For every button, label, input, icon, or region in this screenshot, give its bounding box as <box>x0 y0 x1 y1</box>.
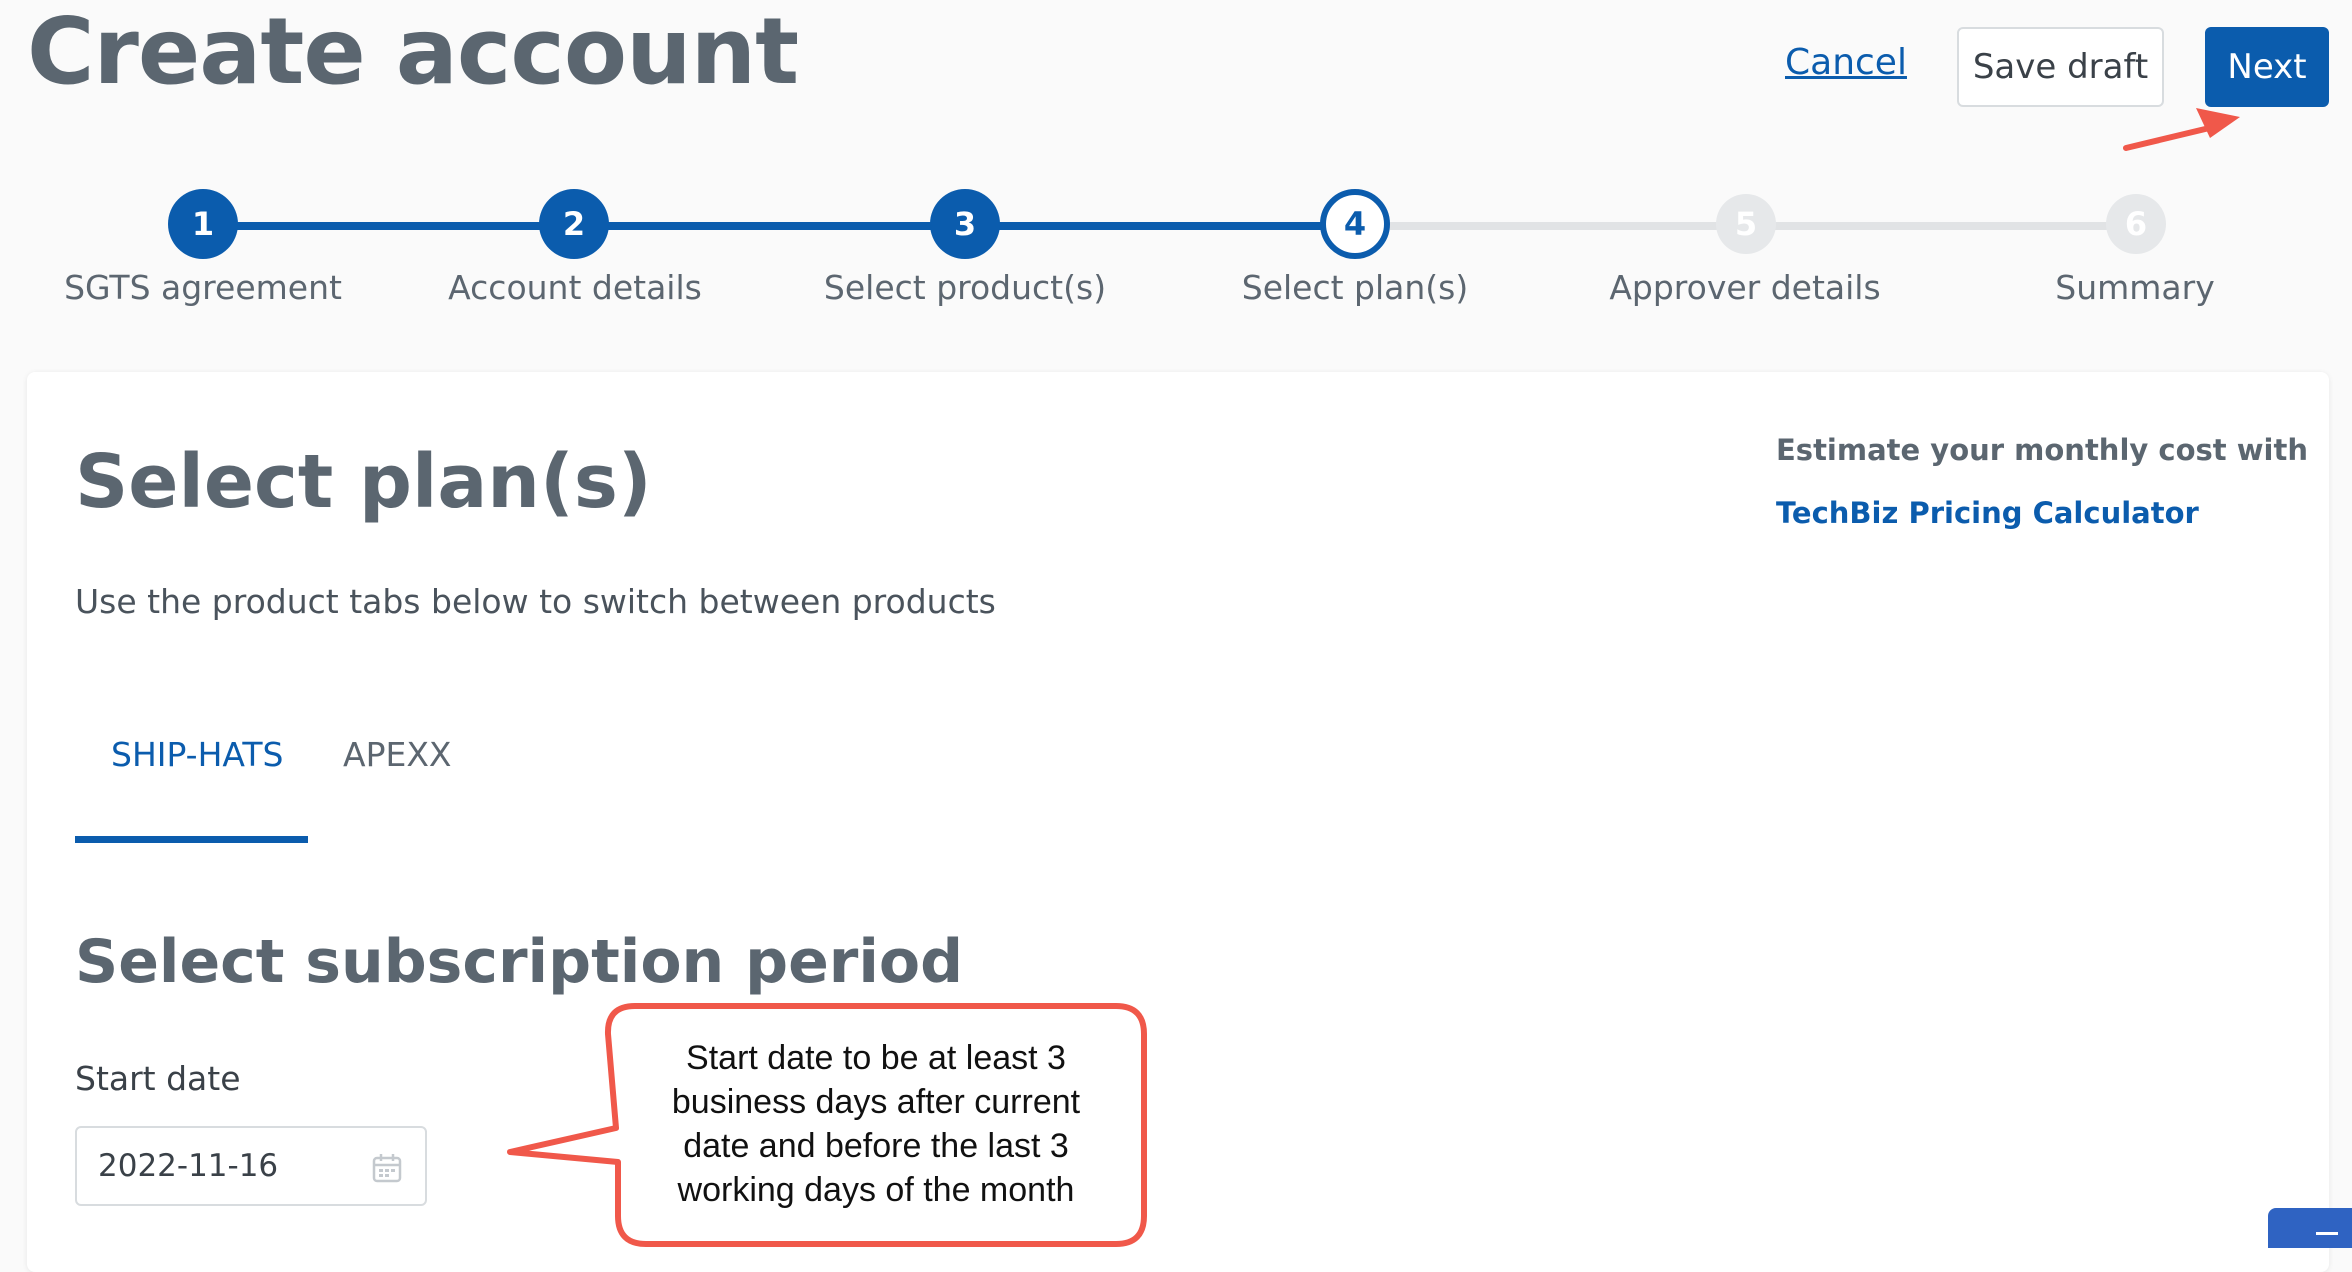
subscription-period-title: Select subscription period <box>75 927 964 997</box>
step-3-circle[interactable]: 3 <box>930 189 1000 259</box>
start-date-label: Start date <box>75 1059 241 1098</box>
step-5-circle: 5 <box>1716 194 1776 254</box>
pricing-calculator-link[interactable]: TechBiz Pricing Calculator <box>1776 496 2199 530</box>
estimate-cost-text: Estimate your monthly cost with <box>1776 433 2308 467</box>
chat-widget-button[interactable] <box>2268 1208 2352 1248</box>
calendar-icon[interactable] <box>371 1152 403 1184</box>
callout-line: date and before the last 3 <box>683 1127 1069 1165</box>
page-title: Create account <box>27 0 799 105</box>
callout-line: business days after current <box>671 1083 1081 1121</box>
next-button[interactable]: Next <box>2205 27 2329 107</box>
step-1-circle[interactable]: 1 <box>168 189 238 259</box>
step-5-label: Approver details <box>1609 268 1881 307</box>
callout-line: Start date to be at least 3 <box>686 1039 1066 1077</box>
active-tab-indicator <box>75 836 308 843</box>
step-6-circle: 6 <box>2106 194 2166 254</box>
step-2-label: Account details <box>448 268 702 307</box>
step-1-label: SGTS agreement <box>64 268 342 307</box>
start-date-field[interactable]: 2022-11-16 <box>75 1126 427 1206</box>
stepper-progress-line <box>204 222 1354 230</box>
step-2-circle[interactable]: 2 <box>539 189 609 259</box>
step-3-label: Select product(s) <box>823 268 1107 307</box>
annotation-callout-text: Start date to be at least 3 business day… <box>628 1036 1124 1212</box>
tab-ship-hats[interactable]: SHIP-HATS <box>111 735 284 774</box>
start-date-value: 2022-11-16 <box>98 1148 279 1184</box>
step-4-label: Select plan(s) <box>1241 268 1469 307</box>
minimize-icon <box>2316 1232 2338 1235</box>
annotation-arrow <box>2123 108 2240 151</box>
section-title: Select plan(s) <box>75 439 652 525</box>
tab-apexx[interactable]: APEXX <box>343 735 452 774</box>
section-subtitle: Use the product tabs below to switch bet… <box>75 582 996 621</box>
cancel-link[interactable]: Cancel <box>1785 42 1907 83</box>
step-6-label: Summary <box>2055 268 2215 307</box>
save-draft-button[interactable]: Save draft <box>1957 27 2164 107</box>
callout-line: working days of the month <box>677 1171 1075 1209</box>
step-4-circle[interactable]: 4 <box>1320 189 1390 259</box>
